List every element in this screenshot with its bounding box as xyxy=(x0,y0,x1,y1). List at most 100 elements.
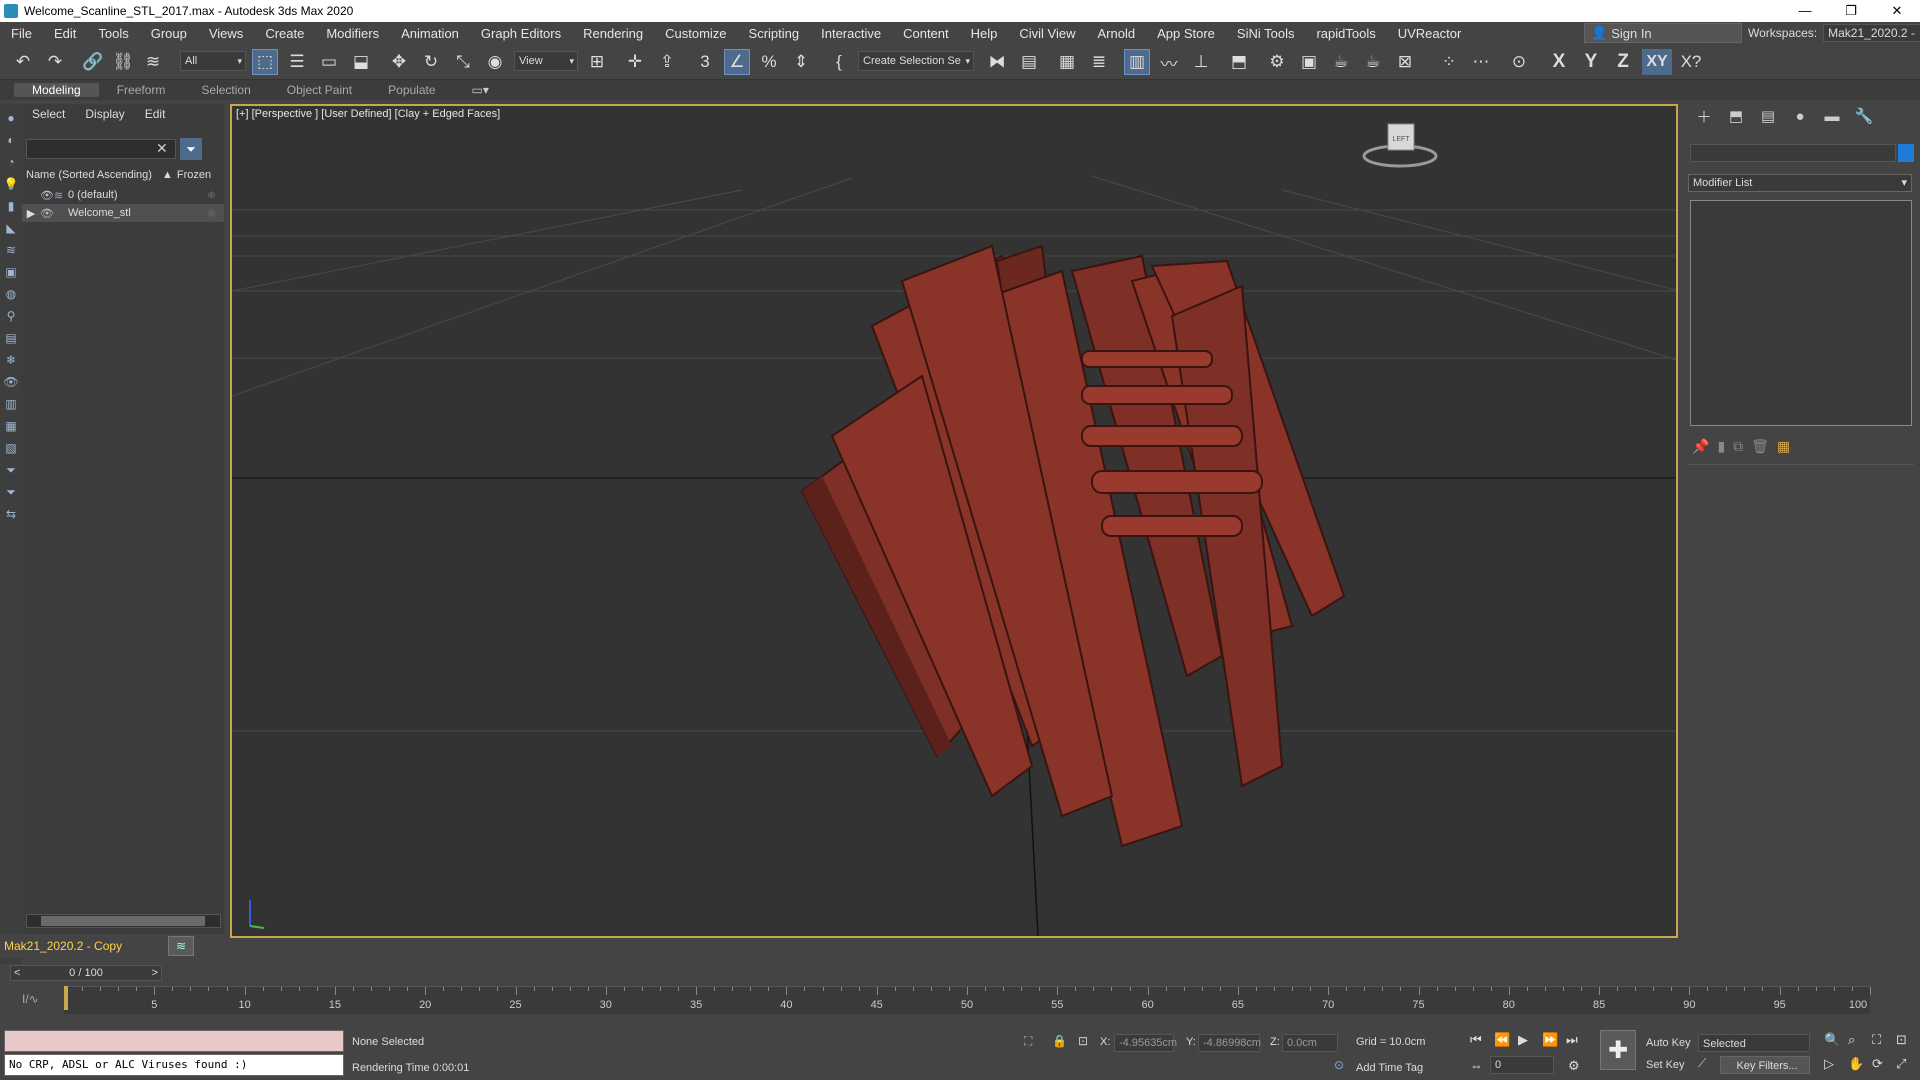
menu-views[interactable]: Views xyxy=(198,26,254,41)
menu-rapidtools[interactable]: rapidTools xyxy=(1305,26,1386,41)
scene-row-welcome-stl[interactable]: ▶ 👁 Welcome_stl ❄ xyxy=(22,204,224,222)
menu-rendering[interactable]: Rendering xyxy=(572,26,654,41)
column-name-header[interactable]: Name (Sorted Ascending) xyxy=(22,169,162,181)
pan-view-icon[interactable]: ✋ xyxy=(1848,1056,1864,1072)
menu-scripting[interactable]: Scripting xyxy=(738,26,811,41)
utilities-tab-icon[interactable]: 🔧 xyxy=(1848,107,1880,125)
display-space-warps-icon[interactable]: ≋ xyxy=(3,242,19,258)
scene-tab-select[interactable]: Select xyxy=(22,107,75,121)
maximize-button[interactable]: ❐ xyxy=(1828,0,1874,22)
workspace-scene-explorer-dropdown[interactable]: Mak21_2020.2 - Copy xyxy=(4,936,160,956)
zoom-extents-icon[interactable]: ⛶ xyxy=(1872,1032,1881,1048)
ribbon-tab-freeform[interactable]: Freeform xyxy=(99,83,184,97)
display-shapes-icon[interactable]: ◔ xyxy=(3,154,19,170)
key-mode-dropdown[interactable]: Selected xyxy=(1698,1034,1810,1052)
filter-toggle-icon[interactable]: ⏷ xyxy=(180,138,202,160)
display-cameras-icon[interactable]: ▮ xyxy=(3,198,19,214)
display-bones-icon[interactable]: ⚲ xyxy=(3,308,19,324)
freeze-icon[interactable]: ❄ xyxy=(207,207,216,220)
menu-graph-editors[interactable]: Graph Editors xyxy=(470,26,572,41)
angle-snap-icon[interactable]: ∠ xyxy=(724,49,750,75)
time-slider-frame[interactable]: < 0 / 100 > xyxy=(10,965,162,981)
orbit-icon[interactable]: ⟳ xyxy=(1872,1056,1883,1072)
go-to-end-icon[interactable]: ⏭ xyxy=(1566,1032,1578,1048)
rectangular-selection-icon[interactable]: ▭ xyxy=(316,49,342,75)
set-key-big-button[interactable]: ✚ xyxy=(1600,1030,1636,1070)
render-activeshade-icon[interactable]: ☕ xyxy=(1360,49,1386,75)
modifier-list-dropdown[interactable]: Modifier List xyxy=(1688,174,1912,192)
modify-tab-icon[interactable]: ⬒ xyxy=(1720,107,1752,125)
x-coord-field[interactable]: -4.95635cm xyxy=(1114,1034,1177,1052)
snaps-toggle-icon[interactable]: 3 xyxy=(692,49,718,75)
mirror-icon[interactable]: ⧓ xyxy=(984,49,1010,75)
render-production-icon[interactable]: ☕ xyxy=(1328,49,1354,75)
key-filters-button[interactable]: Key Filters... xyxy=(1720,1056,1810,1074)
link-icon[interactable]: 🔗 xyxy=(80,49,106,75)
time-slider[interactable]: < 0 / 100 > xyxy=(0,964,1920,982)
current-frame-field[interactable]: 0 xyxy=(1490,1056,1554,1074)
bind-space-warp-icon[interactable]: ≋ xyxy=(140,49,166,75)
ribbon-tab-populate[interactable]: Populate xyxy=(370,83,453,97)
play-icon[interactable]: ▶ xyxy=(1518,1032,1528,1048)
scene-tab-display[interactable]: Display xyxy=(75,107,134,121)
display-containers-icon[interactable]: ▤ xyxy=(3,330,19,346)
time-slider-handle[interactable] xyxy=(64,986,68,1010)
scene-tab-edit[interactable]: Edit xyxy=(135,107,176,121)
auto-key-button[interactable]: Auto Key xyxy=(1642,1034,1691,1052)
previous-frame-icon[interactable]: ⏪ xyxy=(1494,1032,1510,1048)
menu-content[interactable]: Content xyxy=(892,26,960,41)
axis-x-button[interactable]: X xyxy=(1546,49,1572,75)
time-tag-icon[interactable]: ⊙ xyxy=(1334,1058,1344,1072)
display-tab-icon[interactable]: ▬ xyxy=(1816,108,1848,125)
select-manipulate-icon[interactable]: ✛ xyxy=(622,49,648,75)
filter-options-icon[interactable]: ⏷ xyxy=(3,462,19,478)
sign-in-button[interactable]: 👤 Sign In xyxy=(1584,23,1742,43)
spinner-snap-icon[interactable]: ⇕ xyxy=(788,49,814,75)
make-unique-icon[interactable]: ⧉ xyxy=(1733,438,1743,455)
zoom-extents-all-icon[interactable]: ⊡ xyxy=(1896,1032,1907,1048)
menu-file[interactable]: File xyxy=(0,26,43,41)
set-key-button[interactable]: Set Key xyxy=(1642,1056,1685,1074)
dummy-helper-icon[interactable]: ⊙ xyxy=(1506,49,1532,75)
pivot-center-icon[interactable]: ⊞ xyxy=(584,49,610,75)
visibility-eye-icon[interactable]: 👁 xyxy=(40,189,54,202)
menu-sini-tools[interactable]: SiNi Tools xyxy=(1226,26,1306,41)
scene-horizontal-scrollbar[interactable] xyxy=(26,914,221,928)
menu-help[interactable]: Help xyxy=(960,26,1009,41)
undo-icon[interactable]: ↶ xyxy=(10,49,36,75)
time-next-arrow[interactable]: > xyxy=(152,966,158,980)
rotate-icon[interactable]: ↻ xyxy=(418,49,444,75)
help-query-icon[interactable]: X? xyxy=(1678,49,1704,75)
selection-filter-dropdown[interactable]: All xyxy=(180,51,246,71)
display-helpers-icon[interactable]: ◣ xyxy=(3,220,19,236)
maxscript-output[interactable]: No CRP, ADSL or ALC Viruses found :) xyxy=(4,1054,344,1076)
object-name-input[interactable] xyxy=(1690,144,1896,162)
ribbon-options-icon[interactable]: ▭▾ xyxy=(454,83,489,97)
y-coord-field[interactable]: -4.86998cm xyxy=(1198,1034,1261,1052)
display-children-icon[interactable]: ▥ xyxy=(3,396,19,412)
filter-icon[interactable]: ⏷ xyxy=(3,484,19,500)
ribbon-tab-object-paint[interactable]: Object Paint xyxy=(269,83,370,97)
unlink-icon[interactable]: ⛓ xyxy=(110,49,136,75)
display-dependents-icon[interactable]: ▧ xyxy=(3,440,19,456)
key-mode-toggle-icon[interactable]: ⇔ xyxy=(1470,1058,1483,1073)
display-influences-icon[interactable]: ▦ xyxy=(3,418,19,434)
frame-ruler[interactable]: 5 10 15 20 25 30 35 40 45 50 55 60 65 70 75 80 85 90 95 100 xyxy=(64,986,1871,1014)
add-time-tag[interactable]: Add Time Tag xyxy=(1356,1062,1423,1074)
display-hidden-icon[interactable]: 👁 xyxy=(3,374,19,390)
render-in-cloud-icon[interactable]: ⊠ xyxy=(1392,49,1418,75)
array-icon[interactable]: ⁘ xyxy=(1436,49,1462,75)
toggle-layer-explorer-icon[interactable]: ≣ xyxy=(1086,49,1112,75)
next-frame-icon[interactable]: ⏩ xyxy=(1542,1032,1558,1048)
place-icon[interactable]: ◉ xyxy=(482,49,508,75)
z-coord-field[interactable]: 0.0cm xyxy=(1282,1034,1338,1052)
isolate-selection-icon[interactable]: ⛶ xyxy=(1024,1034,1032,1049)
minimize-button[interactable]: — xyxy=(1782,0,1828,22)
scene-row-default-layer[interactable]: 👁 ≋ 0 (default) ❄ xyxy=(22,186,224,204)
display-lights-icon[interactable]: 💡 xyxy=(3,176,19,192)
rendered-frame-window-icon[interactable]: ▣ xyxy=(1296,49,1322,75)
pin-stack-icon[interactable]: 📌 xyxy=(1692,438,1709,455)
time-configuration-icon[interactable]: ⚙ xyxy=(1568,1058,1580,1074)
hierarchy-tab-icon[interactable]: ▤ xyxy=(1752,107,1784,125)
menu-edit[interactable]: Edit xyxy=(43,26,87,41)
